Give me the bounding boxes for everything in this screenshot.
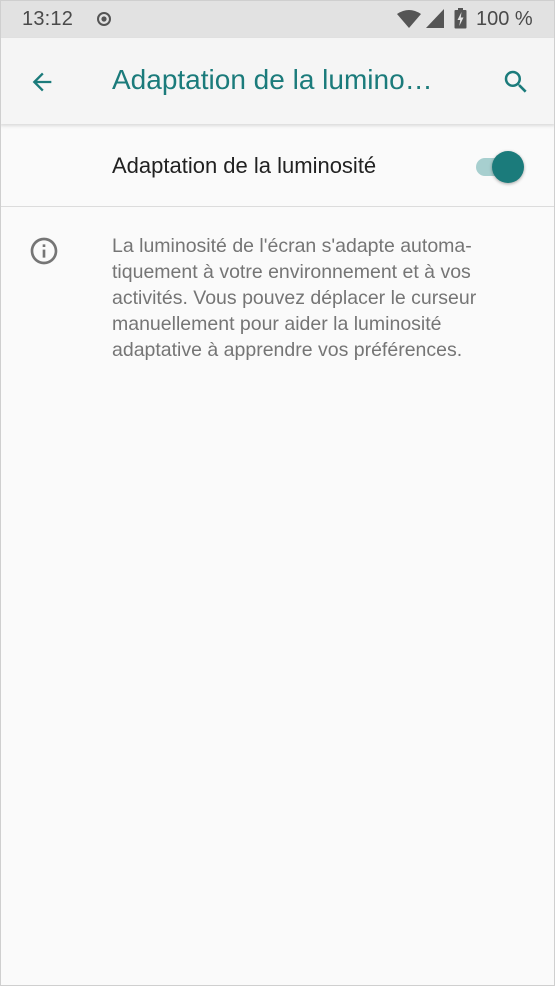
toggle-thumb [492,151,524,183]
adaptive-brightness-row[interactable]: Adaptation de la luminosité [0,124,555,207]
adaptive-brightness-label: Adaptation de la luminosité [112,153,377,178]
info-line: tiquement à votre environnement et à vos [112,261,471,283]
battery-charging-icon [454,8,467,29]
status-time: 13:12 [22,8,74,30]
arrow-back-icon [32,72,52,92]
search-icon [504,70,527,93]
wifi-icon [397,10,421,28]
record-icon [97,12,111,26]
info-line: adaptative à apprendre vos préférences. [112,339,463,361]
info-icon [30,237,58,265]
adaptive-brightness-toggle[interactable] [474,150,526,183]
info-line: La luminosité de l'écran s'adapte automa… [112,235,472,257]
signal-icon [426,9,444,28]
divider [0,206,555,207]
search-button[interactable] [492,58,540,106]
page-title: Adaptation de la lumino… [112,64,433,95]
status-bar: 13:12 100 % [0,0,555,38]
app-bar: Adaptation de la lumino… [0,38,555,124]
info-line: activités. Vous pouvez déplacer le curse… [112,287,477,309]
info-description: La luminosité de l'écran s'adapte automa… [112,233,522,363]
battery-percent: 100 % [476,8,533,30]
back-button[interactable] [18,58,66,106]
info-line: manuellement pour aider la luminosité [112,313,442,335]
